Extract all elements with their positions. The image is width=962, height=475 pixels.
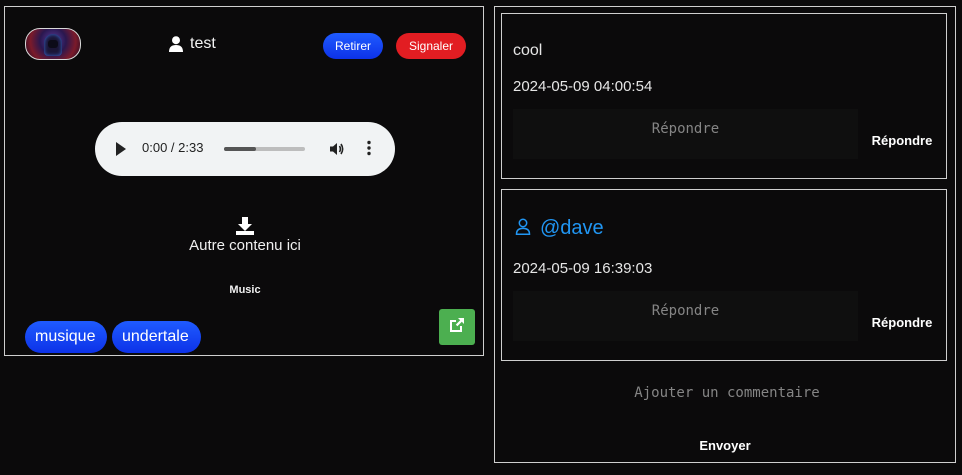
tag-undertale[interactable]: undertale xyxy=(112,321,201,353)
audio-time: 0:00 / 2:33 xyxy=(142,140,204,155)
audio-progress-slider[interactable] xyxy=(224,147,305,151)
send-button[interactable]: Envoyer xyxy=(495,437,955,454)
download-icon[interactable] xyxy=(235,217,255,239)
open-external-button[interactable] xyxy=(439,309,475,345)
comment-date: 2024-05-09 16:39:03 xyxy=(513,260,653,277)
play-icon[interactable] xyxy=(116,142,126,156)
comment-text: cool xyxy=(513,42,543,59)
category-label: Music xyxy=(229,284,261,296)
tag-musique[interactable]: musique xyxy=(25,321,107,353)
avatar[interactable] xyxy=(25,28,81,60)
comment-date: 2024-05-09 04:00:54 xyxy=(513,78,653,95)
add-comment-input[interactable] xyxy=(511,369,943,417)
external-link-icon xyxy=(449,317,465,337)
volume-icon[interactable] xyxy=(329,141,345,161)
comment-card: @dave 2024-05-09 16:39:03 Répondre xyxy=(501,189,947,361)
other-content-text: Autre contenu ici xyxy=(189,237,301,254)
audio-player: 0:00 / 2:33 xyxy=(95,122,395,176)
avatar-face xyxy=(48,40,58,48)
post-username: test xyxy=(190,35,216,52)
retirer-button[interactable]: Retirer xyxy=(323,33,383,59)
post-card: test Retirer Signaler 0:00 / 2:33 Autre … xyxy=(4,6,484,356)
comment-author[interactable]: @dave xyxy=(515,217,604,240)
post-author[interactable]: test xyxy=(169,35,216,53)
reply-button[interactable]: Répondre xyxy=(862,307,942,337)
reply-input[interactable] xyxy=(513,109,858,159)
reply-button[interactable]: Répondre xyxy=(862,125,942,155)
signaler-button[interactable]: Signaler xyxy=(396,33,466,59)
comment-author-name: @dave xyxy=(540,217,604,239)
user-outline-icon xyxy=(515,218,531,239)
user-icon xyxy=(169,36,183,52)
audio-progress-fill xyxy=(224,147,257,151)
more-vert-icon[interactable] xyxy=(367,140,371,160)
comment-card: cool 2024-05-09 04:00:54 Répondre xyxy=(501,13,947,179)
comments-panel: cool 2024-05-09 04:00:54 Répondre @dave … xyxy=(494,6,956,463)
reply-input[interactable] xyxy=(513,291,858,341)
